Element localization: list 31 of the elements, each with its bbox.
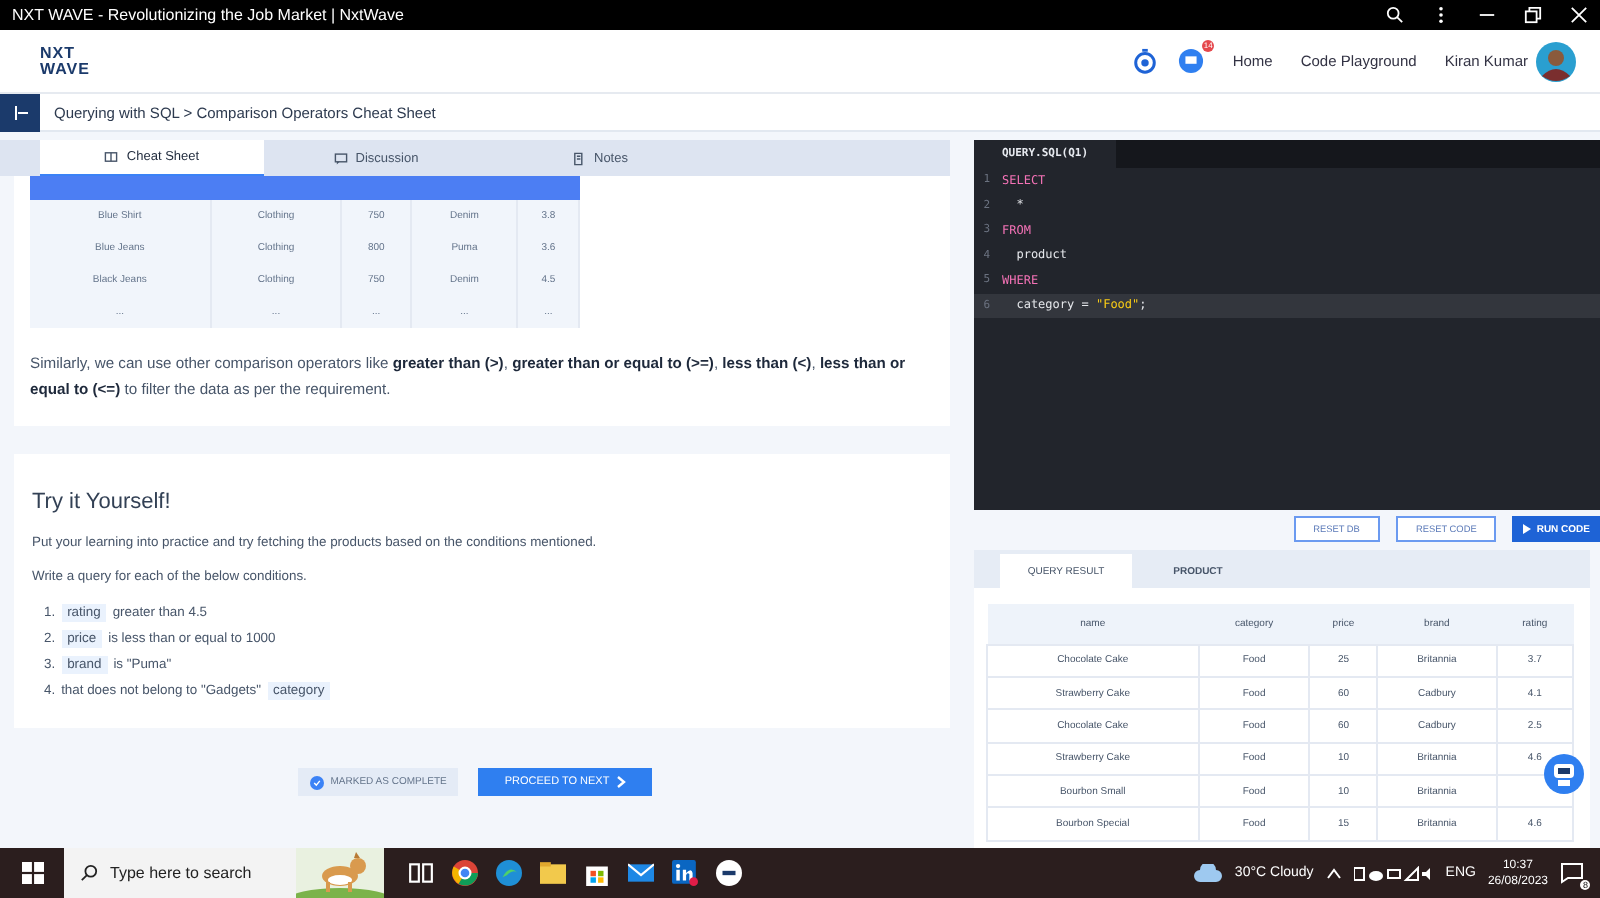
section-heading: Try it Yourself!: [32, 490, 173, 514]
search-field[interactable]: Type here to search: [64, 848, 384, 898]
chevron-up-icon[interactable]: [1325, 867, 1342, 879]
sidebar-toggle[interactable]: [0, 93, 40, 131]
task-view-icon[interactable]: [408, 860, 434, 886]
windows-icon[interactable]: [21, 862, 43, 884]
book-icon[interactable]: [104, 150, 119, 164]
app-icon[interactable]: [716, 860, 742, 886]
avatar-icon[interactable]: [1536, 41, 1576, 81]
chat-icon[interactable]: [333, 151, 348, 165]
close-icon[interactable]: [1570, 6, 1588, 24]
search-icon[interactable]: [80, 864, 98, 882]
note-icon[interactable]: [572, 151, 586, 165]
logo[interactable]: NXT WAVE: [40, 45, 90, 77]
linkedin-icon[interactable]: [672, 860, 698, 886]
cloud-icon[interactable]: [1194, 864, 1223, 882]
folder-icon[interactable]: [540, 860, 566, 886]
play-icon[interactable]: [1522, 524, 1533, 534]
browser-icon[interactable]: [452, 860, 478, 886]
check-icon[interactable]: [310, 775, 325, 789]
robot-icon[interactable]: [1544, 754, 1584, 794]
browser-icon[interactable]: [496, 860, 522, 886]
chevron-right-icon[interactable]: [615, 776, 626, 788]
window-title: NXT WAVE - Revolutionizing the Job Market | NxtWave: [12, 6, 406, 24]
system-tray-icons[interactable]: [1353, 865, 1434, 881]
collapse-icon[interactable]: [11, 103, 29, 121]
timer-icon[interactable]: [1132, 48, 1159, 74]
restore-icon[interactable]: [1524, 6, 1542, 24]
chat-icon[interactable]: [1178, 48, 1205, 74]
mail-icon[interactable]: [628, 860, 654, 886]
search-icon[interactable]: [1386, 6, 1404, 24]
